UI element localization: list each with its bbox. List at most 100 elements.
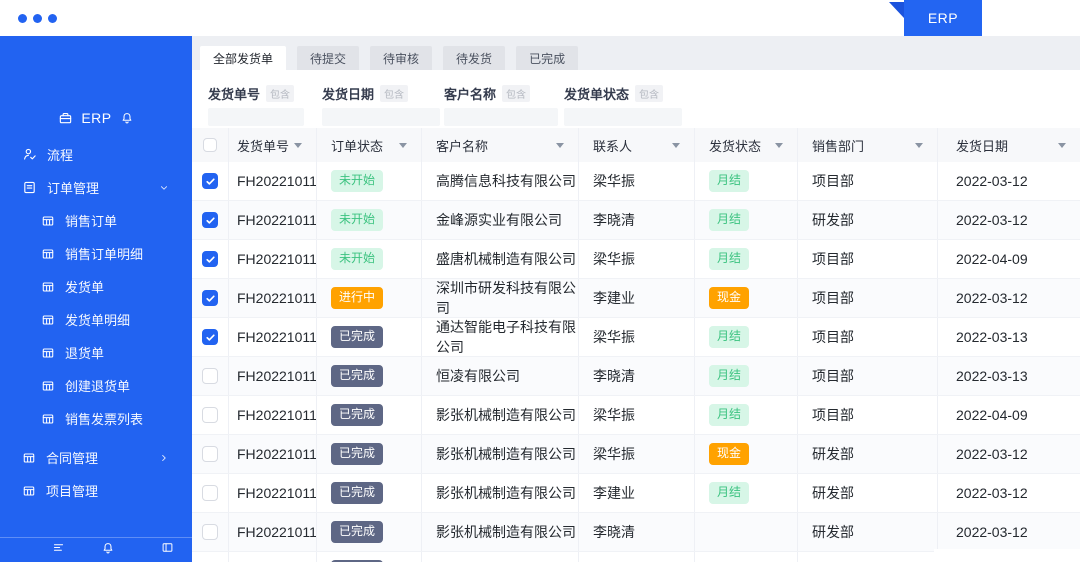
sidebar-item-label: 销售订单明细 bbox=[65, 247, 144, 262]
column-header-department[interactable]: 销售部门 bbox=[798, 128, 938, 162]
caret-down-icon[interactable] bbox=[915, 142, 923, 148]
sidebar-item-project-management[interactable]: 项目管理 bbox=[0, 474, 192, 507]
caret-down-icon[interactable] bbox=[1058, 142, 1066, 148]
row-checkbox[interactable] bbox=[202, 173, 218, 189]
delivery-status-filter: 发货单状态 包含 bbox=[564, 84, 682, 126]
customer-name-filter-input[interactable] bbox=[444, 108, 558, 126]
row-checkbox[interactable] bbox=[202, 212, 218, 228]
window-controls[interactable] bbox=[18, 14, 57, 23]
row-checkbox[interactable] bbox=[202, 251, 218, 267]
delivery-date-filter-input[interactable] bbox=[322, 108, 440, 126]
cell-ship-date: 2022-03-12 bbox=[956, 485, 1028, 501]
column-header-label: 发货日期 bbox=[956, 138, 1009, 154]
cell-ship-status: 月结 bbox=[695, 201, 798, 239]
row-checkbox[interactable] bbox=[202, 407, 218, 423]
select-all-checkbox[interactable] bbox=[203, 138, 217, 152]
table-header-row: 发货单号 订单状态 客户名称 联系人 发货状态 销售部门 发货日期 bbox=[192, 128, 1080, 162]
filter-label: 发货日期 bbox=[322, 86, 375, 102]
sidebar-item-delivery-order-details[interactable]: 发货单明细 bbox=[0, 303, 192, 336]
cell-customer bbox=[422, 552, 579, 562]
delivery-orders-table: 发货单号 订单状态 客户名称 联系人 发货状态 销售部门 发货日期 FH2022101100… bbox=[192, 128, 1080, 562]
bell-icon[interactable] bbox=[101, 541, 115, 560]
delivery-no-filter-input[interactable] bbox=[208, 108, 304, 126]
cell-department: 项目部 bbox=[798, 240, 938, 278]
row-checkbox[interactable] bbox=[202, 524, 218, 540]
row-checkbox[interactable] bbox=[202, 446, 218, 462]
cell-order-status: 已完成 bbox=[317, 357, 422, 395]
cell-customer: 影张机械制造有限公司 bbox=[422, 474, 579, 512]
cell-department: 项目部 bbox=[798, 279, 938, 317]
column-header-order-no[interactable]: 发货单号 bbox=[229, 128, 317, 162]
sidebar-item-sales-order-details[interactable]: 销售订单明细 bbox=[0, 237, 192, 270]
window-dot-icon[interactable] bbox=[48, 14, 57, 23]
cell-order-status: 已完成 bbox=[317, 318, 422, 356]
table-row: FH2022101100 已完成 影张机械制造有限公司梁华振现金 研发部 2022-03… bbox=[192, 435, 1080, 474]
row-checkbox[interactable] bbox=[202, 290, 218, 306]
cell-department: 项目部 bbox=[798, 357, 938, 395]
row-checkbox-cell bbox=[192, 552, 229, 562]
cell-customer: 恒凌有限公司 bbox=[422, 357, 579, 395]
cell-contact: 梁华振 bbox=[579, 240, 695, 278]
row-checkbox-cell bbox=[192, 513, 229, 551]
align-left-icon[interactable] bbox=[52, 541, 65, 559]
caret-down-icon[interactable] bbox=[556, 142, 564, 148]
cell-order-no: FH2022101100 bbox=[229, 513, 317, 551]
filter-label: 发货单号 bbox=[208, 86, 261, 102]
column-header-label: 销售部门 bbox=[812, 138, 865, 154]
orders-icon bbox=[22, 180, 37, 195]
column-header-label: 联系人 bbox=[593, 138, 633, 154]
table-row: FH2022101100 未开始 高腾信息科技有限公司梁华振月结 项目部 2022-03… bbox=[192, 162, 1080, 201]
sidebar-menu: 流程 订单管理销售订单销售订单明细发货单发货单明细退货单 创建退货单 销售发票列表 合同… bbox=[0, 138, 192, 507]
sidebar-item-label: 发货单明细 bbox=[65, 313, 131, 328]
row-checkbox-cell bbox=[192, 318, 229, 356]
row-checkbox[interactable] bbox=[202, 368, 218, 384]
chevron-down-icon bbox=[158, 182, 170, 194]
row-checkbox-cell bbox=[192, 357, 229, 395]
cell-customer: 影张机械制造有限公司 bbox=[422, 396, 579, 434]
sidebar-item-return-orders[interactable]: 退货单 bbox=[0, 336, 192, 369]
sidebar-item-sales-orders[interactable]: 销售订单 bbox=[0, 204, 192, 237]
row-checkbox[interactable] bbox=[202, 485, 218, 501]
table-scroll-corner bbox=[934, 549, 1080, 562]
panel-collapse-icon[interactable] bbox=[161, 541, 174, 559]
status-badge: 现金 bbox=[709, 443, 750, 465]
tab-pending-delivery[interactable]: 待发货 bbox=[443, 46, 506, 70]
tab-pending-submit[interactable]: 待提交 bbox=[297, 46, 360, 70]
sidebar-item-process[interactable]: 流程 bbox=[0, 138, 192, 171]
column-header-ship-date[interactable]: 发货日期 bbox=[938, 128, 1080, 162]
cell-contact: 李建业 bbox=[579, 474, 695, 512]
table-icon bbox=[41, 214, 55, 228]
caret-down-icon[interactable] bbox=[399, 142, 407, 148]
caret-down-icon[interactable] bbox=[775, 142, 783, 148]
filter-operator-badge: 包含 bbox=[502, 84, 531, 102]
sidebar-item-contract-management[interactable]: 合同管理 bbox=[0, 441, 192, 474]
cell-ship-date: 2022-03-12 bbox=[956, 290, 1028, 306]
window-dot-icon[interactable] bbox=[33, 14, 42, 23]
column-header-order-status[interactable]: 订单状态 bbox=[317, 128, 422, 162]
delivery-status-filter-input[interactable] bbox=[564, 108, 682, 126]
cell-order-no: FH2022101100 bbox=[229, 201, 317, 239]
row-checkbox[interactable] bbox=[202, 329, 218, 345]
column-header-ship-status[interactable]: 发货状态 bbox=[695, 128, 798, 162]
tab-pending-review[interactable]: 待审核 bbox=[370, 46, 433, 70]
status-badge: 月结 bbox=[709, 482, 750, 504]
cell-ship-date: 2022-03-12 bbox=[956, 524, 1028, 540]
caret-down-icon[interactable] bbox=[672, 142, 680, 148]
cell-ship-status bbox=[695, 552, 798, 562]
sidebar-item-delivery-orders[interactable]: 发货单 bbox=[0, 270, 192, 303]
caret-down-icon[interactable] bbox=[294, 142, 302, 148]
table-row: FH2022101100 未开始 金峰源实业有限公司李晓清月结 研发部 2022-03-… bbox=[192, 201, 1080, 240]
tab-all-delivery-orders[interactable]: 全部发货单 bbox=[200, 46, 287, 70]
sidebar-item-sales-invoice-list[interactable]: 销售发票列表 bbox=[0, 402, 192, 435]
column-header-contact[interactable]: 联系人 bbox=[579, 128, 695, 162]
window-dot-icon[interactable] bbox=[18, 14, 27, 23]
sidebar-item-order-management[interactable]: 订单管理 bbox=[0, 171, 192, 204]
sidebar-item-label: 销售订单 bbox=[65, 214, 118, 229]
table-body: FH2022101100未开始高腾信息科技有限公司梁华振月结项目部2022-03… bbox=[192, 162, 1080, 562]
sidebar-item-label: 项目管理 bbox=[46, 484, 99, 499]
sidebar-item-create-return-order[interactable]: 创建退货单 bbox=[0, 369, 192, 402]
cell-department: 项目部 bbox=[798, 162, 938, 200]
column-header-customer[interactable]: 客户名称 bbox=[422, 128, 579, 162]
table-icon bbox=[41, 346, 55, 360]
tab-completed[interactable]: 已完成 bbox=[516, 46, 579, 70]
